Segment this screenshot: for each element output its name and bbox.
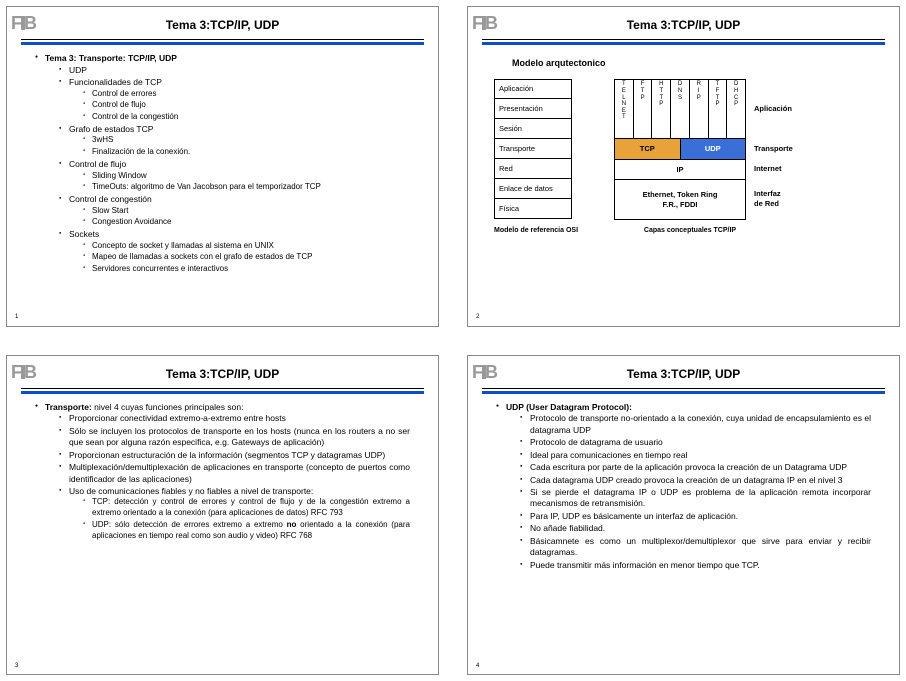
layer-label: Interfazde Red xyxy=(754,179,808,219)
slide-number: 3 xyxy=(15,662,18,670)
list-item: Concepto de socket y llamadas al sistema… xyxy=(83,241,422,252)
list-item: UDP: sólo detección de errores extremo a… xyxy=(83,520,410,542)
udp-heading: UDP (User Datagram Protocol): Protocolo … xyxy=(496,402,871,572)
slide-title: Tema 3:TCP/IP, UDP xyxy=(17,13,428,39)
list-item: Protocolo de datagrama de usuario xyxy=(520,437,871,448)
list-item: Si se pierde el datagrama IP o UDP es pr… xyxy=(520,487,871,510)
osi-layer: Aplicación xyxy=(494,79,572,99)
layer-label: Transporte xyxy=(754,139,808,159)
list-item: Básicamnete es como un multiplexor/demul… xyxy=(520,536,871,559)
slide-2: FB Tema 3:TCP/IP, UDP Modelo arqutectoni… xyxy=(467,6,900,327)
proto-tftp: TFTP xyxy=(708,79,727,139)
proto-ftp: FTP xyxy=(633,79,652,139)
list-item: Control de congestión Slow Start Congest… xyxy=(59,194,422,228)
list-item: TCP: detección y control de errores y co… xyxy=(83,497,410,519)
proto-dns: DNS xyxy=(670,79,689,139)
tcpip-column: TELNET FTP HTTP DNS RIP TFTP DHCP TCP UD… xyxy=(614,79,746,220)
list-item: Congestion Avoidance xyxy=(83,217,422,228)
list-item: Mapeo de llamadas a sockets con el grafo… xyxy=(83,252,422,263)
list-item: Slow Start xyxy=(83,206,422,217)
list-item: Servidores concurrentes e interactivos xyxy=(83,264,422,275)
architecture-diagram: Modelo arqutectonico Aplicación Presenta… xyxy=(478,51,889,236)
list-item: UDP xyxy=(59,65,422,76)
list-item: Control de flujo Sliding Window TimeOuts… xyxy=(59,159,422,193)
list-item: 3wHS xyxy=(83,135,422,146)
list-item: Control de errores xyxy=(83,89,422,100)
list-item: Control de la congestión xyxy=(83,112,422,123)
list-item: Funcionalidades de TCP Control de errore… xyxy=(59,77,422,123)
slide-title: Tema 3:TCP/IP, UDP xyxy=(17,362,428,388)
list-item: Proporcionan estructuración de la inform… xyxy=(59,450,410,461)
proto-udp: UDP xyxy=(681,139,746,159)
list-item: Multiplexación/demultiplexación de aplic… xyxy=(59,462,410,485)
slide-1: FB Tema 3:TCP/IP, UDP Tema 3: Transporte… xyxy=(6,6,439,327)
list-item: Sliding Window xyxy=(83,171,422,182)
osi-column: Aplicación Presentación Sesión Transport… xyxy=(494,79,572,220)
list-item: Finalización de la conexión. xyxy=(83,147,422,158)
diagram-title: Modelo arqutectonico xyxy=(512,57,877,69)
list-item: TimeOuts: algoritmo de Van Jacobson para… xyxy=(83,182,422,193)
outline-heading: Tema 3: Transporte: TCP/IP, UDP UDP Func… xyxy=(35,53,422,275)
proto-http: HTTP xyxy=(651,79,670,139)
slide-number: 1 xyxy=(15,313,18,321)
osi-layer: Sesión xyxy=(494,119,572,139)
list-item: Cada escritura por parte de la aplicació… xyxy=(520,462,871,473)
list-item: Proporcionar conectividad extremo-a-extr… xyxy=(59,413,410,424)
osi-layer: Presentación xyxy=(494,99,572,119)
link-layer: Ethernet, Token Ring F.R., FDDI xyxy=(614,180,746,220)
osi-layer: Física xyxy=(494,199,572,219)
layer-label: Aplicación xyxy=(754,79,808,139)
slide-content: Transporte: nivel 4 cuyas funciones prin… xyxy=(17,400,428,542)
list-item: No añade fiabilidad. xyxy=(520,523,871,534)
proto-telnet: TELNET xyxy=(615,79,633,139)
layer-label: Internet xyxy=(754,159,808,179)
caption-osi: Modelo de referencia OSI xyxy=(494,226,582,235)
logo-fib: FB xyxy=(472,360,497,384)
title-rule xyxy=(482,39,885,43)
title-rule xyxy=(482,388,885,392)
slide-4: FB Tema 3:TCP/IP, UDP UDP (User Datagram… xyxy=(467,355,900,676)
list-item: Para IP, UDP es básicamente un interfaz … xyxy=(520,511,871,522)
layer-labels: Aplicación Transporte Internet Interfazd… xyxy=(746,79,808,220)
proto-rip: RIP xyxy=(689,79,708,139)
slide-content: UDP (User Datagram Protocol): Protocolo … xyxy=(478,400,889,572)
caption-tcpip: Capas conceptuales TCP/IP xyxy=(624,226,756,235)
proto-dhcp: DHCP xyxy=(726,79,745,139)
logo-fib: FB xyxy=(11,360,36,384)
slide-title: Tema 3:TCP/IP, UDP xyxy=(478,362,889,388)
list-item: Puede transmitir más información en meno… xyxy=(520,560,871,571)
list-item: Sockets Concepto de socket y llamadas al… xyxy=(59,229,422,275)
list-item: Sólo se incluyen los protocolos de trans… xyxy=(59,426,410,449)
slide-number: 2 xyxy=(476,313,479,321)
slide-number: 4 xyxy=(476,662,479,670)
list-item: Uso de comunicaciones fiables y no fiabl… xyxy=(59,486,410,542)
app-protocols: TELNET FTP HTTP DNS RIP TFTP DHCP xyxy=(615,79,745,139)
logo-fib: FB xyxy=(472,11,497,35)
title-rule xyxy=(21,39,424,43)
osi-layer: Enlace de datos xyxy=(494,179,572,199)
list-item: Protocolo de transporte no-orientado a l… xyxy=(520,413,871,436)
proto-ip: IP xyxy=(614,160,746,180)
slide-content: Tema 3: Transporte: TCP/IP, UDP UDP Func… xyxy=(17,51,428,275)
osi-layer: Red xyxy=(494,159,572,179)
list-item: Cada datagrama UDP creado provoca la cre… xyxy=(520,475,871,486)
title-rule xyxy=(21,388,424,392)
osi-layer: Transporte xyxy=(494,139,572,159)
diagram-captions: Modelo de referencia OSI Capas conceptua… xyxy=(494,226,877,235)
logo-fib: FB xyxy=(11,11,36,35)
list-item: Grafo de estados TCP 3wHS Finalización d… xyxy=(59,124,422,158)
list-item: Ideal para comunicaciones en tiempo real xyxy=(520,450,871,461)
slide-title: Tema 3:TCP/IP, UDP xyxy=(478,13,889,39)
slide-3: FB Tema 3:TCP/IP, UDP Transporte: nivel … xyxy=(6,355,439,676)
lead-line: Transporte: nivel 4 cuyas funciones prin… xyxy=(35,402,410,542)
list-item: Control de flujo xyxy=(83,100,422,111)
proto-tcp: TCP xyxy=(615,139,681,159)
